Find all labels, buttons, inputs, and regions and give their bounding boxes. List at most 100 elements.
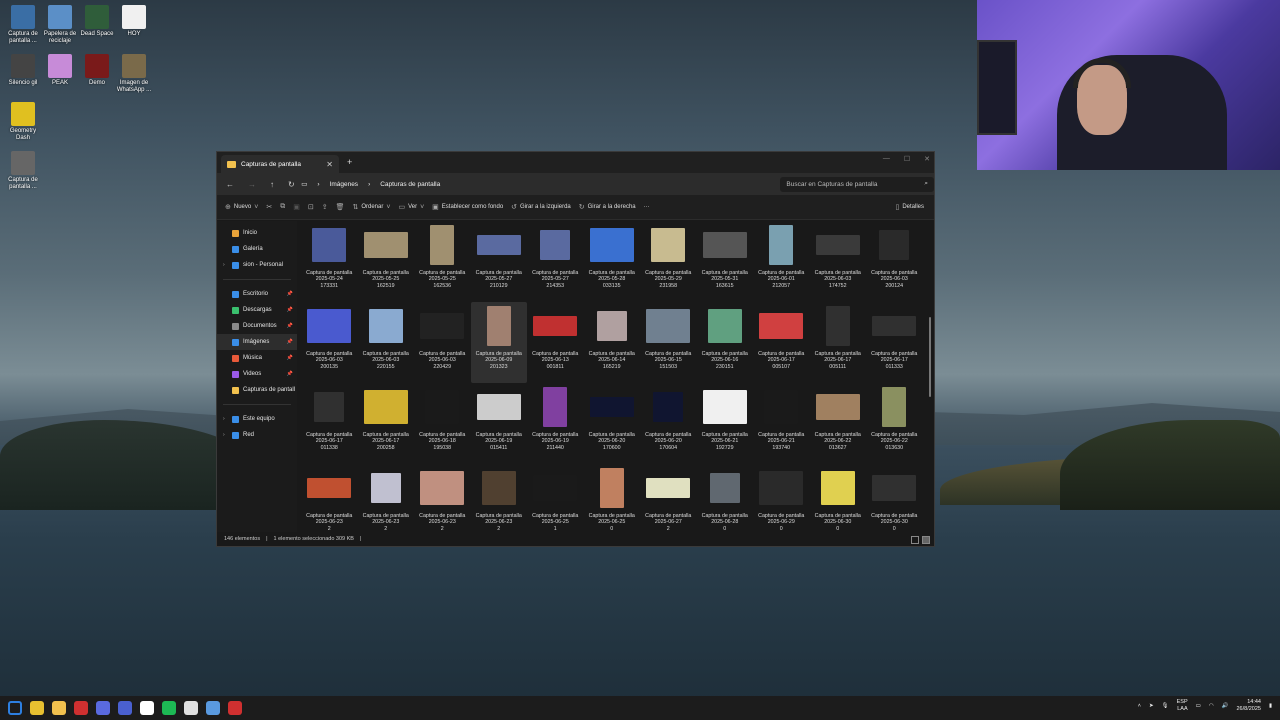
cut-icon[interactable]: ✂	[266, 203, 272, 211]
taskbar-app-icon[interactable]	[30, 701, 44, 715]
file-thumbnail[interactable]: Captura de pantalla 2025-06-23 2	[358, 464, 415, 533]
file-thumbnail[interactable]: Captura de pantalla 2025-06-09 201323	[470, 302, 527, 383]
expand-chevron-icon[interactable]: ›	[223, 262, 225, 268]
sidebar-item[interactable]: › sion - Personal	[217, 257, 297, 273]
breadcrumb-imagenes[interactable]: Imágenes	[330, 181, 359, 188]
sidebar-item[interactable]: › Red	[217, 427, 297, 443]
file-thumbnail[interactable]: Captura de pantalla 2025-06-17 011338	[301, 383, 358, 464]
up-arrow-icon[interactable]: ↑	[270, 180, 274, 189]
desktop-icon[interactable]: Demo	[78, 54, 116, 87]
taskbar-app-icon[interactable]	[184, 701, 198, 715]
file-thumbnail[interactable]: Captura de pantalla 2025-06-23 2	[414, 464, 471, 533]
file-thumbnail[interactable]: Captura de pantalla 2025-05-24 173331	[301, 221, 358, 302]
file-thumbnail[interactable]: Captura de pantalla 2025-06-30 0	[810, 464, 867, 533]
file-thumbnail[interactable]: Captura de pantalla 2025-06-23 2	[301, 464, 358, 533]
wifi-icon[interactable]: ◠	[1209, 703, 1214, 709]
chevron-up-icon[interactable]: ˄	[1138, 703, 1141, 709]
sidebar-item[interactable]: Galería	[217, 241, 297, 257]
telegram-icon[interactable]: ➤	[1149, 703, 1154, 709]
desktop-icon[interactable]: Captura de pantalla ...	[4, 151, 42, 191]
desktop-icon[interactable]: HOY	[115, 5, 153, 38]
file-thumbnail[interactable]: Captura de pantalla 2025-06-21 193740	[753, 383, 810, 464]
file-thumbnail[interactable]: Captura de pantalla 2025-06-29 0	[753, 464, 810, 533]
details-view-button[interactable]	[911, 536, 919, 544]
file-thumbnail[interactable]: Captura de pantalla 2025-06-17 005107	[753, 302, 810, 383]
search-input[interactable]: Buscar en Capturas de pantalla ⌕	[780, 176, 934, 192]
file-thumbnail[interactable]: Captura de pantalla 2025-06-16 230151	[697, 302, 754, 383]
file-thumbnail[interactable]: Captura de pantalla 2025-06-17 200258	[358, 383, 415, 464]
volume-icon[interactable]: 🔊	[1222, 703, 1229, 709]
tab-capturas[interactable]: Capturas de pantalla ✕	[221, 155, 339, 173]
desktop-icon[interactable]: Papelera de reciclaje	[41, 5, 79, 45]
taskbar-app-icon[interactable]	[206, 701, 220, 715]
file-thumbnail[interactable]: Captura de pantalla 2025-06-22 013630	[866, 383, 922, 464]
file-thumbnail[interactable]: Captura de pantalla 2025-05-31 163615	[697, 221, 754, 302]
file-thumbnail[interactable]: Captura de pantalla 2025-06-23 2	[471, 464, 528, 533]
set-background-button[interactable]: ▣ Establecer como fondo	[432, 203, 503, 211]
breadcrumb-capturas[interactable]: Capturas de pantalla	[380, 181, 440, 188]
details-button[interactable]: ▯ Detalles	[895, 203, 924, 211]
desktop-icon[interactable]: Silencio gil	[4, 54, 42, 87]
copy-icon[interactable]: ⧉	[280, 203, 285, 211]
sidebar-item[interactable]: Capturas de pantall	[217, 382, 297, 398]
taskbar-app-icon[interactable]	[118, 701, 132, 715]
file-thumbnail[interactable]: Captura de pantalla 2025-06-03 174752	[810, 221, 867, 302]
scrollbar[interactable]	[929, 317, 931, 397]
language-indicator[interactable]: ESP LAA	[1177, 699, 1188, 713]
sidebar-item[interactable]: Documentos 📌	[217, 318, 297, 334]
taskbar-app-icon[interactable]	[52, 701, 66, 715]
sidebar-item[interactable]: Videos 📌	[217, 366, 297, 382]
taskbar-app-icon[interactable]	[162, 701, 176, 715]
file-thumbnail[interactable]: Captura de pantalla 2025-06-28 0	[697, 464, 754, 533]
sidebar-item[interactable]: Escritorio 📌	[217, 286, 297, 302]
rename-icon[interactable]: ⊡	[308, 203, 314, 211]
microphone-icon[interactable]: 🎙	[1162, 703, 1169, 709]
file-thumbnail[interactable]: Captura de pantalla 2025-06-17 011333	[866, 302, 922, 383]
file-thumbnail[interactable]: Captura de pantalla 2025-06-19 211440	[527, 383, 584, 464]
rotate-left-button[interactable]: ↺ Girar a la izquierda	[511, 203, 571, 211]
forward-arrow-icon[interactable]: →	[248, 180, 256, 189]
close-window-button[interactable]: ✕	[924, 155, 930, 163]
clock[interactable]: 14:44 26/8/2025	[1237, 699, 1261, 713]
paste-icon[interactable]: ▣	[293, 203, 300, 211]
file-thumbnail[interactable]: Captura de pantalla 2025-06-14 165219	[584, 302, 641, 383]
new-tab-button[interactable]: +	[347, 157, 352, 167]
taskbar-app-icon[interactable]	[140, 701, 154, 715]
desktop-icon[interactable]: Dead Space	[78, 5, 116, 38]
taskbar-app-icon[interactable]	[228, 701, 242, 715]
expand-chevron-icon[interactable]: ›	[223, 432, 225, 438]
view-button[interactable]: ▭ Ver ˅	[398, 203, 424, 212]
desktop-icon[interactable]: PEAK	[41, 54, 79, 87]
refresh-icon[interactable]: ↻	[288, 180, 295, 189]
sidebar-item[interactable]: Descargas 📌	[217, 302, 297, 318]
file-thumbnail[interactable]: Captura de pantalla 2025-05-25 162536	[414, 221, 471, 302]
share-icon[interactable]: ⇪	[322, 203, 328, 211]
more-options-button[interactable]: ···	[644, 204, 650, 210]
file-thumbnail[interactable]: Captura de pantalla 2025-06-20 170600	[584, 383, 641, 464]
desktop-icon[interactable]: Imagen de WhatsApp ...	[115, 54, 153, 94]
rotate-right-button[interactable]: ↻ Girar a la derecha	[579, 203, 636, 211]
taskbar-app-icon[interactable]	[8, 701, 22, 715]
sort-button[interactable]: ⇅ Ordenar ˅	[352, 203, 390, 212]
file-thumbnail[interactable]: Captura de pantalla 2025-06-03 220155	[358, 302, 415, 383]
minimize-button[interactable]: —	[883, 155, 890, 163]
file-thumbnail[interactable]: Captura de pantalla 2025-06-18 195038	[414, 383, 471, 464]
sidebar-item[interactable]: › Este equipo	[217, 411, 297, 427]
file-thumbnail[interactable]: Captura de pantalla 2025-05-27 210129	[471, 221, 528, 302]
file-thumbnail[interactable]: Captura de pantalla 2025-06-20 170604	[640, 383, 697, 464]
file-thumbnail[interactable]: Captura de pantalla 2025-06-27 2	[640, 464, 697, 533]
new-button[interactable]: ⊕ Nuevo ˅	[225, 203, 258, 212]
file-thumbnail[interactable]: Captura de pantalla 2025-06-03 200124	[866, 221, 922, 302]
file-thumbnail[interactable]: Captura de pantalla 2025-06-15 151503	[640, 302, 697, 383]
notification-icon[interactable]: ▮	[1269, 703, 1272, 709]
sidebar-item[interactable]: Música 📌	[217, 350, 297, 366]
file-thumbnail[interactable]: Captura de pantalla 2025-05-25 162519	[358, 221, 415, 302]
file-thumbnail[interactable]: Captura de pantalla 2025-06-21 192729	[697, 383, 754, 464]
thumbnail-view-button[interactable]	[922, 536, 930, 544]
delete-icon[interactable]: 🗑	[336, 203, 345, 211]
file-thumbnail[interactable]: Captura de pantalla 2025-06-13 001811	[527, 302, 584, 383]
file-thumbnail[interactable]: Captura de pantalla 2025-05-27 214353	[527, 221, 584, 302]
close-tab-icon[interactable]: ✕	[326, 160, 333, 169]
file-thumbnail[interactable]: Captura de pantalla 2025-06-25 1	[527, 464, 584, 533]
file-thumbnail[interactable]: Captura de pantalla 2025-06-03 200135	[301, 302, 358, 383]
